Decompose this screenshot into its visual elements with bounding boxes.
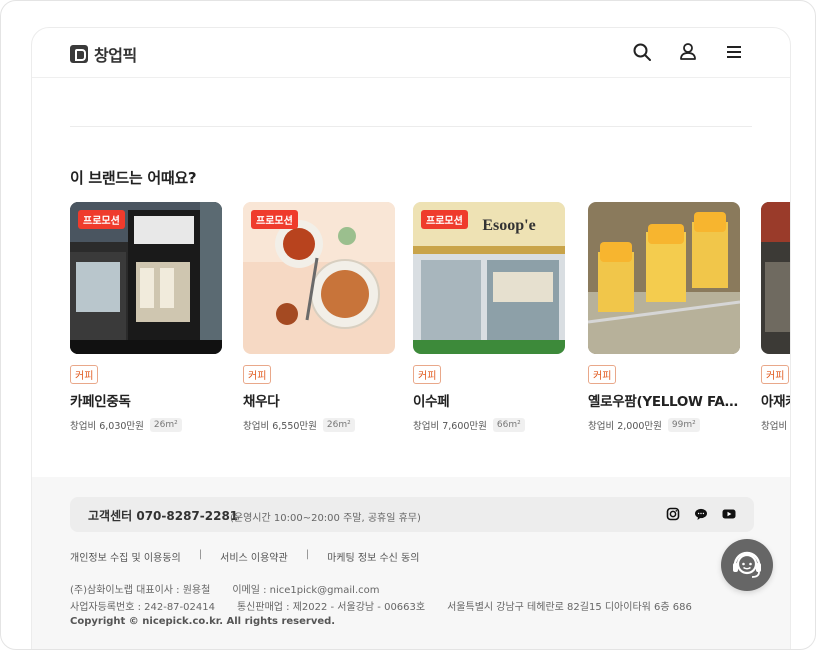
- company-email: 이메일 : nice1pick@gmail.com: [232, 585, 380, 596]
- footer: 고객센터 070-8287-2281 (운영시간 10:00~20:00 주말,…: [32, 477, 790, 649]
- company-info-line1: (주)삼화이노랩 대표이사 : 원용철 이메일 : nice1pick@gmail…: [70, 581, 380, 596]
- area-badge: 99m²: [667, 418, 700, 432]
- promo-badge: 프로모션: [251, 210, 298, 229]
- section-title: 이 브랜드는 어때요?: [70, 169, 197, 187]
- brand-image: Esoop'e 프로모션: [413, 202, 565, 354]
- brand-name: 옐로우팜(YELLOW FAR...: [588, 394, 740, 410]
- area-badge: 26m²: [322, 418, 355, 432]
- logo-icon: [70, 45, 88, 63]
- instagram-icon[interactable]: [666, 506, 680, 521]
- header-icons: [632, 42, 744, 62]
- user-icon[interactable]: [678, 42, 698, 62]
- footer-links: 개인정보 수집 및 이용동의 | 서비스 이용약관 | 마케팅 정보 수신 동의: [70, 549, 419, 564]
- sns-links: [666, 506, 736, 521]
- brand-name: 카페인중독: [70, 394, 131, 410]
- brand-meta: 창업비 1: [761, 418, 790, 432]
- header: 창업픽: [32, 28, 790, 78]
- logo[interactable]: 창업픽: [70, 42, 137, 66]
- brand-meta: 창업비 7,600만원 66m²: [413, 418, 565, 432]
- brand-card[interactable]: 프로모션 커피 카페인중독 창업비 6,030만원 26m²: [70, 202, 222, 432]
- telemarketing-number: 통신판매업 : 제2022 - 서울강남 - 00663호: [236, 602, 426, 613]
- headset-icon: [733, 551, 761, 578]
- brand-name: 이수페: [413, 394, 450, 410]
- link-separator: |: [198, 549, 203, 560]
- divider: [70, 126, 752, 127]
- kakaotalk-icon[interactable]: [694, 506, 708, 520]
- brand-card[interactable]: 커피 아재커피 창업비 1: [761, 202, 790, 432]
- customer-center-hours: (운영시간 10:00~20:00 주말, 공휴일 휴무): [230, 513, 421, 524]
- category-tag: 커피: [413, 365, 442, 384]
- brand-meta: 창업비 6,550만원 26m²: [243, 418, 395, 432]
- area-badge: 66m²: [492, 418, 525, 432]
- area-badge: 26m²: [149, 418, 182, 432]
- search-icon[interactable]: [632, 42, 652, 62]
- startup-cost: 창업비 6,030만원: [70, 421, 144, 432]
- category-tag: 커피: [243, 365, 272, 384]
- brand-card[interactable]: Esoop'e 프로모션 커피 이수페 창업비 7,600만원 66m²: [413, 202, 565, 432]
- customer-center-bar: 고객센터 070-8287-2281 (운영시간 10:00~20:00 주말,…: [70, 497, 754, 532]
- startup-cost: 창업비 7,600만원: [413, 421, 487, 432]
- category-tag: 커피: [70, 365, 99, 384]
- brand-carousel[interactable]: 프로모션 커피 카페인중독 창업비 6,030만원 26m² 프로모션 커피 채…: [70, 202, 790, 442]
- brand-image: 프로모션: [70, 202, 222, 354]
- startup-cost: 창업비 2,000만원: [588, 421, 662, 432]
- terms-link[interactable]: 서비스 이용약관: [220, 549, 288, 564]
- brand-card[interactable]: 커피 옐로우팜(YELLOW FAR... 창업비 2,000만원 99m²: [588, 202, 740, 432]
- company-info-line2: 사업자등록번호 : 242-87-02414 통신판매업 : 제2022 - 서울…: [70, 598, 692, 613]
- youtube-icon[interactable]: [722, 506, 736, 520]
- brand-card[interactable]: 프로모션 커피 채우다 창업비 6,550만원 26m²: [243, 202, 395, 432]
- app-window: 창업픽 이 브랜드는 어때요? 프로모션 커피 카페인중독 창업비 6,030만…: [31, 27, 791, 649]
- privacy-consent-link[interactable]: 개인정보 수집 및 이용동의: [70, 549, 181, 564]
- brand-meta: 창업비 6,030만원 26m²: [70, 418, 222, 432]
- link-separator: |: [305, 549, 310, 560]
- brand-image: [588, 202, 740, 354]
- promo-badge: 프로모션: [421, 210, 468, 229]
- startup-cost: 창업비 1: [761, 421, 790, 432]
- brand-name: 채우다: [243, 394, 280, 410]
- copyright: Copyright © nicepick.co.kr. All rights r…: [70, 616, 336, 627]
- marketing-consent-link[interactable]: 마케팅 정보 수신 동의: [327, 549, 419, 564]
- store-sign: Esoop'e: [482, 217, 535, 234]
- brand-meta: 창업비 2,000만원 99m²: [588, 418, 740, 432]
- customer-center-phone[interactable]: 고객센터 070-8287-2281: [88, 507, 238, 524]
- company-ceo: (주)삼화이노랩 대표이사 : 원용철: [70, 585, 211, 596]
- menu-icon[interactable]: [724, 42, 744, 62]
- promo-badge: 프로모션: [78, 210, 125, 229]
- browser-frame: 창업픽 이 브랜드는 어때요? 프로모션 커피 카페인중독 창업비 6,030만…: [0, 0, 816, 650]
- brand-image: [761, 202, 790, 354]
- category-tag: 커피: [588, 365, 617, 384]
- startup-cost: 창업비 6,550만원: [243, 421, 317, 432]
- support-chat-button[interactable]: [721, 539, 773, 591]
- company-address: 서울특별시 강남구 테헤란로 82길15 디아이타워 6층 686: [447, 602, 692, 613]
- category-tag: 커피: [761, 365, 790, 384]
- brand-name: 아재커피: [761, 394, 790, 410]
- logo-text: 창업픽: [94, 46, 137, 65]
- business-number: 사업자등록번호 : 242-87-02414: [70, 602, 215, 613]
- brand-image: 프로모션: [243, 202, 395, 354]
